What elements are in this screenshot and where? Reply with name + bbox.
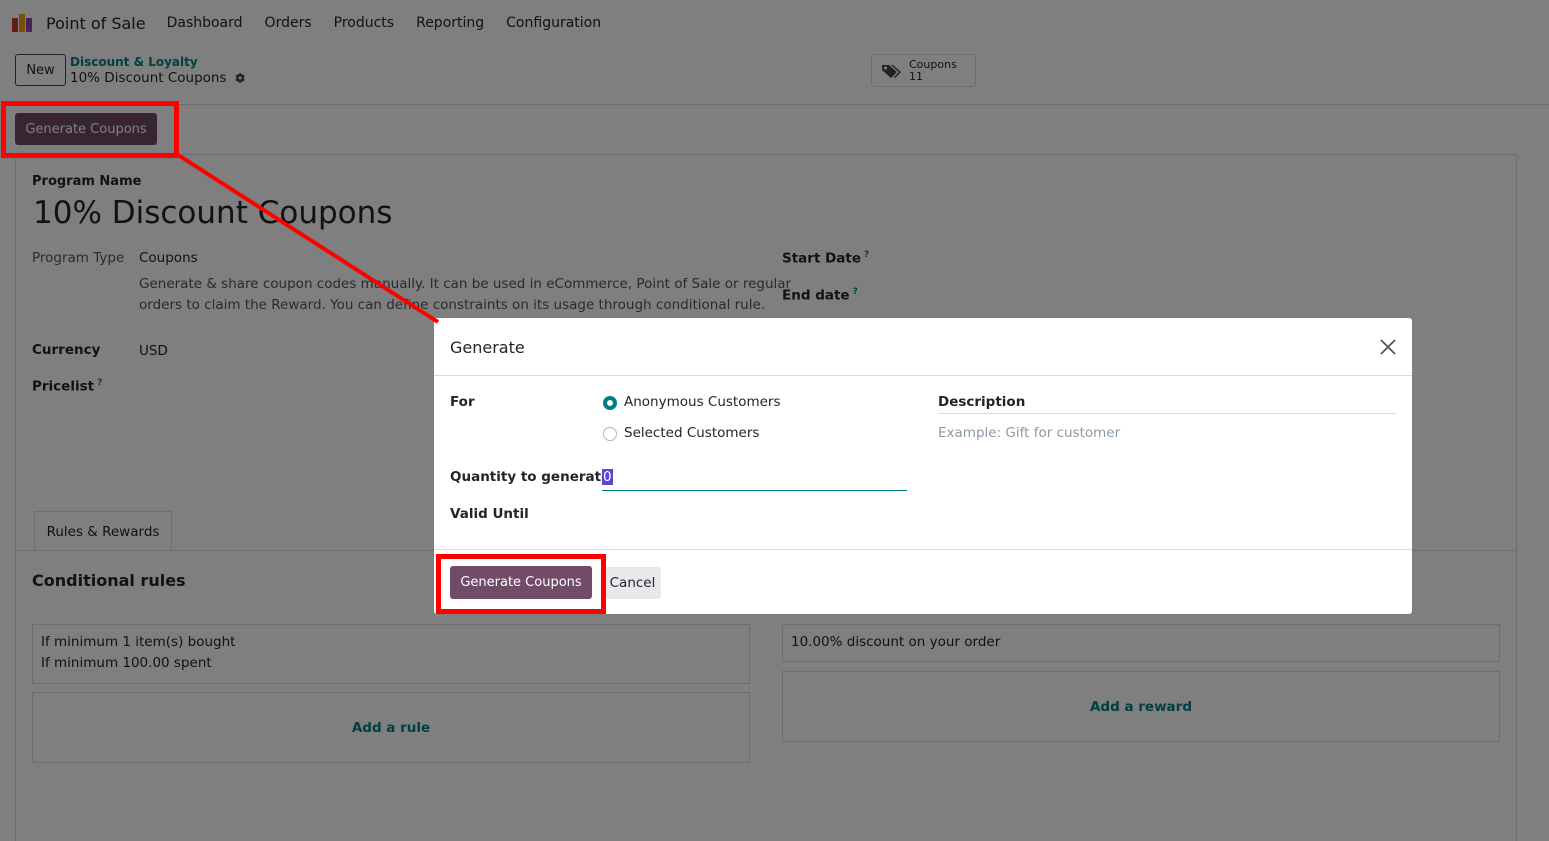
annotation-arrow-line <box>173 151 440 324</box>
